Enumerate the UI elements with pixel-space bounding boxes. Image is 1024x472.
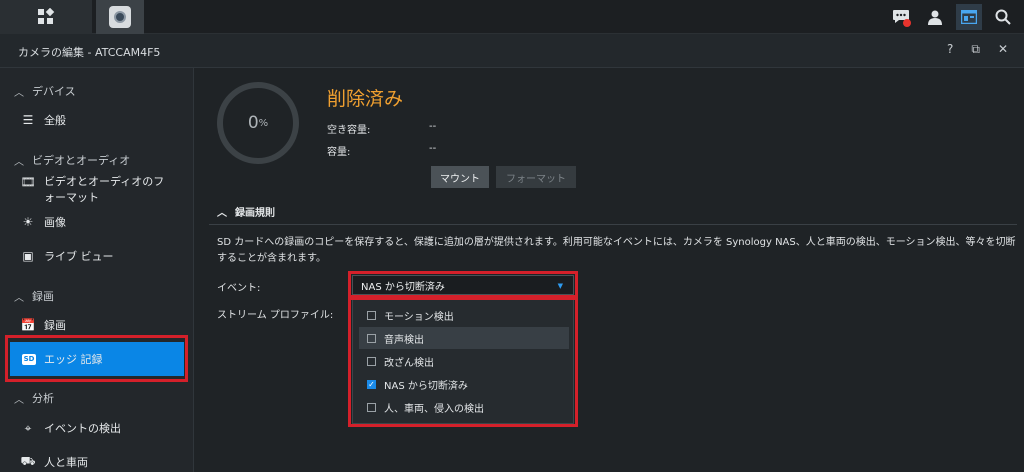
restore-button[interactable]: ⧉	[971, 42, 980, 57]
capacity-label: 容量:	[327, 147, 351, 158]
storage-gauge: 0%	[217, 82, 299, 164]
widgets-button[interactable]	[956, 4, 982, 30]
sd-status: 削除済み	[327, 88, 404, 110]
format-button[interactable]: フォーマット	[496, 166, 576, 188]
sidebar-item-label: 人と車両	[44, 456, 88, 469]
section-title: 録画規則	[235, 208, 275, 219]
chevron-up-icon: ︿	[217, 208, 227, 219]
sidebar-item-label: 全般	[44, 114, 66, 127]
window-title: カメラの編集 - ATCCAM4F5	[18, 46, 161, 59]
sidebar-section-video-audio[interactable]: ︿ ビデオとオーディオ	[14, 152, 130, 168]
sidebar: ︿ デバイス ☰ 全般 ︿ ビデオとオーディオ 🎞 ビデオとオーディオのフォーマ…	[0, 68, 194, 472]
help-button[interactable]: ?	[947, 42, 953, 57]
sidebar-item-label: ビデオとオーディオのフォーマット	[44, 175, 165, 204]
user-icon	[928, 10, 942, 25]
section-label: デバイス	[32, 85, 76, 98]
main-menu-button[interactable]	[0, 0, 92, 34]
section-label: 録画	[32, 290, 54, 303]
event-label: イベント:	[217, 283, 261, 294]
sidebar-item-people-vehicles[interactable]: ⛟ 人と車両	[20, 454, 182, 470]
chevron-up-icon: ︿	[14, 292, 24, 304]
crosshair-icon: ⌖	[24, 420, 32, 435]
notification-badge	[903, 19, 911, 27]
close-button[interactable]: ✕	[998, 42, 1008, 57]
recording-rules-header[interactable]: ︿ 録画規則	[217, 204, 275, 219]
sidebar-section-devices[interactable]: ︿ デバイス	[14, 83, 76, 99]
divider	[209, 224, 1017, 225]
window-icon	[961, 10, 977, 24]
sidebar-item-event-detection[interactable]: ⌖ イベントの検出	[20, 420, 182, 436]
chevron-up-icon: ︿	[14, 87, 24, 99]
sidebar-item-label: イベントの検出	[44, 422, 121, 435]
camera-icon	[109, 6, 131, 28]
chevron-up-icon: ︿	[14, 394, 24, 406]
sidebar-section-analytics[interactable]: ︿ 分析	[14, 390, 54, 406]
sidebar-item-recording[interactable]: 📅 録画	[20, 317, 182, 333]
film-icon: 🎞	[20, 175, 36, 189]
highlight-box	[348, 271, 578, 298]
stream-profile-label: ストリーム プロファイル:	[217, 310, 334, 321]
search-icon	[995, 9, 1011, 25]
brightness-icon: ☀	[22, 215, 34, 229]
window-title-bar: カメラの編集 - ATCCAM4F5 ? ⧉ ✕	[0, 34, 1024, 68]
notification-button[interactable]	[888, 4, 914, 30]
chevron-up-icon: ︿	[14, 156, 24, 168]
play-icon: ▣	[22, 249, 34, 263]
gauge-unit: %	[258, 117, 269, 129]
person-vehicle-icon: ⛟	[20, 454, 36, 468]
sidebar-item-label: ライブ ビュー	[44, 250, 114, 263]
grid-icon	[38, 8, 55, 24]
camera-app-button[interactable]	[96, 0, 144, 34]
sidebar-item-live-view[interactable]: ▣ ライブ ビュー	[20, 248, 182, 264]
rules-description: SD カードへの録画のコピーを保存すると、保護に追加の層が提供されます。利用可能…	[217, 237, 1016, 264]
top-bar	[0, 0, 1024, 34]
capacity-value: --	[429, 143, 437, 154]
user-button[interactable]	[922, 4, 948, 30]
mount-button[interactable]: マウント	[431, 166, 489, 188]
sidebar-item-video-audio-format[interactable]: 🎞 ビデオとオーディオのフォーマット	[20, 174, 170, 206]
list-icon: ☰	[22, 113, 34, 127]
calendar-icon: 📅	[20, 318, 36, 332]
sidebar-section-recording[interactable]: ︿ 録画	[14, 288, 54, 304]
sidebar-item-general[interactable]: ☰ 全般	[20, 112, 182, 128]
sidebar-item-image[interactable]: ☀ 画像	[20, 214, 182, 230]
free-space-label: 空き容量:	[327, 125, 371, 136]
main-panel: 0% 削除済み 空き容量: -- 容量: -- マウント フォーマット ︿ 録画…	[195, 68, 1024, 472]
sidebar-item-label: 録画	[44, 319, 66, 332]
sidebar-item-label: 画像	[44, 216, 66, 229]
search-button[interactable]	[990, 4, 1016, 30]
highlight-box	[348, 297, 578, 427]
free-space-value: --	[429, 121, 437, 132]
highlight-box	[5, 335, 188, 382]
gauge-percent: 0	[247, 113, 259, 133]
section-label: ビデオとオーディオ	[32, 154, 131, 167]
section-label: 分析	[32, 392, 54, 405]
